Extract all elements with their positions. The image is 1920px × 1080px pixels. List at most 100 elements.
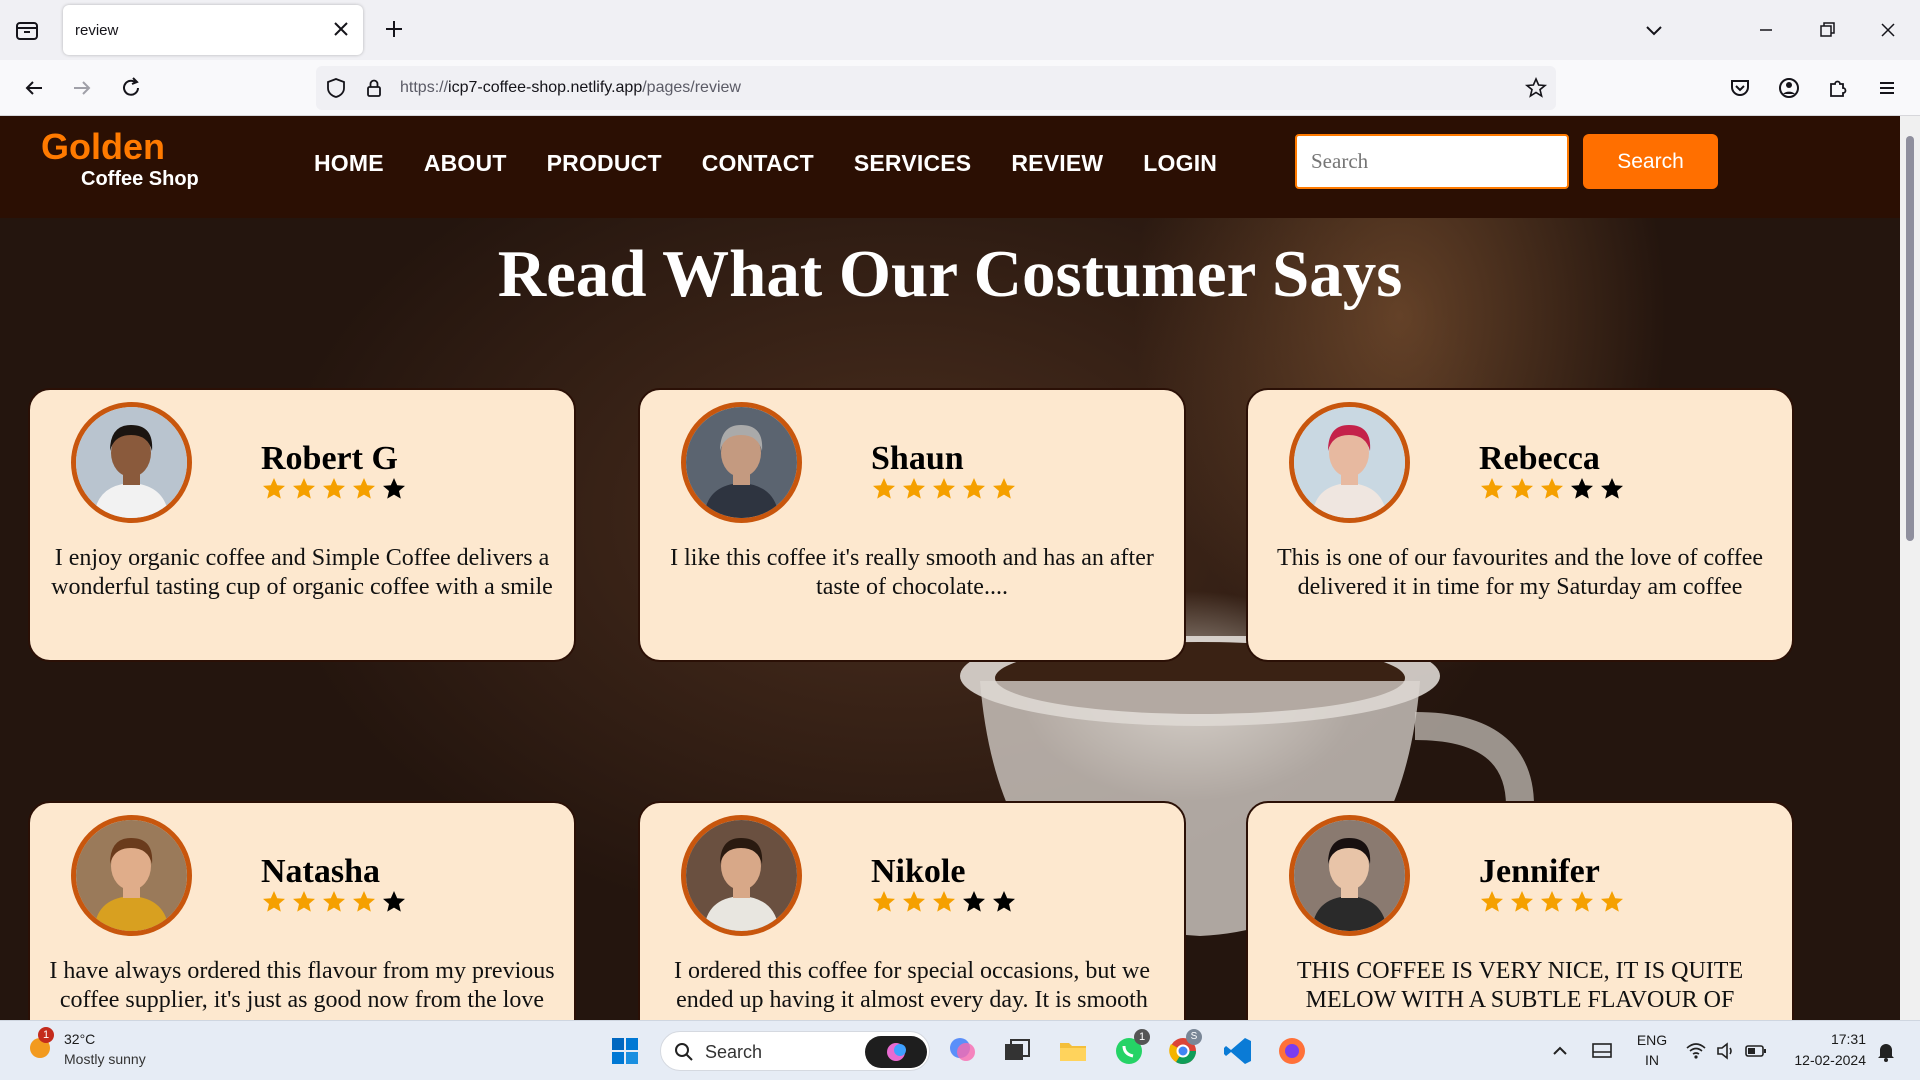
display-icon[interactable] bbox=[1590, 1039, 1614, 1063]
clock-time[interactable]: 17:31 bbox=[1786, 1031, 1866, 1047]
taskbar: 1 32°C Mostly sunny Search 1 S ENG IN 17… bbox=[0, 1020, 1920, 1080]
review-text: This is one of our favourites and the lo… bbox=[1276, 545, 1764, 600]
site-header: Golden Coffee Shop HOME ABOUT PRODUCT CO… bbox=[0, 116, 1900, 218]
star-filled-icon bbox=[323, 478, 345, 499]
menu-hamburger-icon[interactable] bbox=[1873, 74, 1901, 102]
weather-temp[interactable]: 32°C bbox=[64, 1031, 95, 1047]
star-empty-icon bbox=[383, 478, 405, 499]
url-host: icp7-coffee-shop.netlify.app bbox=[448, 79, 643, 96]
copilot-app-icon[interactable] bbox=[946, 1034, 980, 1068]
avatar bbox=[681, 402, 802, 523]
search-input[interactable] bbox=[1295, 134, 1569, 189]
star-empty-icon bbox=[1571, 478, 1593, 499]
extensions-icon[interactable] bbox=[1824, 74, 1852, 102]
tab-list-icon[interactable] bbox=[14, 17, 40, 43]
review-text: I ordered this coffee for special occasi… bbox=[673, 958, 1151, 1013]
windows-start-icon[interactable] bbox=[608, 1034, 642, 1068]
bookmark-star-icon[interactable] bbox=[1524, 76, 1548, 100]
star-filled-icon bbox=[263, 478, 285, 499]
browser-tab-bar: review bbox=[0, 0, 1920, 60]
star-rating bbox=[871, 889, 1017, 915]
forward-icon[interactable] bbox=[68, 74, 96, 102]
taskbar-search-label: Search bbox=[705, 1042, 763, 1062]
star-empty-icon bbox=[383, 891, 405, 912]
nav-home[interactable]: HOME bbox=[314, 150, 384, 177]
star-filled-icon bbox=[353, 478, 375, 499]
star-filled-icon bbox=[293, 891, 315, 912]
star-filled-icon bbox=[1481, 891, 1503, 912]
avatar bbox=[71, 402, 192, 523]
address-bar[interactable]: https://icp7-coffee-shop.netlify.app/pag… bbox=[316, 66, 1556, 110]
review-text: THIS COFFEE IS VERY NICE, IT IS QUITE ME… bbox=[1296, 958, 1744, 1013]
reload-icon[interactable] bbox=[117, 74, 145, 102]
star-rating bbox=[261, 476, 407, 502]
taskbar-search[interactable]: Search bbox=[660, 1031, 930, 1071]
scrollbar-thumb[interactable] bbox=[1906, 136, 1914, 541]
avatar bbox=[71, 815, 192, 936]
review-text: I enjoy organic coffee and Simple Coffee… bbox=[51, 545, 553, 600]
wifi-icon[interactable] bbox=[1684, 1039, 1708, 1063]
task-view-icon[interactable] bbox=[1000, 1034, 1034, 1068]
page-title: Read What Our Costumer Says bbox=[497, 237, 1403, 311]
customer-name: Shaun bbox=[871, 440, 964, 477]
nav-about[interactable]: ABOUT bbox=[424, 150, 507, 177]
shield-icon[interactable] bbox=[324, 76, 348, 100]
battery-icon[interactable] bbox=[1744, 1039, 1768, 1063]
pocket-icon[interactable] bbox=[1726, 74, 1754, 102]
nav-review[interactable]: REVIEW bbox=[1011, 150, 1103, 177]
star-filled-icon bbox=[1601, 891, 1623, 912]
nav-services[interactable]: SERVICES bbox=[854, 150, 972, 177]
notification-bell-icon[interactable] bbox=[1875, 1040, 1897, 1062]
volume-icon[interactable] bbox=[1714, 1039, 1738, 1063]
customer-name: Nikole bbox=[871, 853, 966, 890]
vscode-icon[interactable] bbox=[1221, 1034, 1255, 1068]
star-filled-icon bbox=[353, 891, 375, 912]
star-filled-icon bbox=[323, 891, 345, 912]
url-path: /pages/review bbox=[642, 79, 741, 96]
star-filled-icon bbox=[963, 478, 985, 499]
review-text: I like this coffee it's really smooth an… bbox=[670, 545, 1154, 600]
nav-login[interactable]: LOGIN bbox=[1143, 150, 1217, 177]
tab-overflow-chevron-icon[interactable] bbox=[1640, 16, 1668, 44]
clock-date[interactable]: 12-02-2024 bbox=[1776, 1052, 1866, 1068]
review-card: Robert G I enjoy organic coffee and Simpl… bbox=[28, 388, 576, 662]
page-viewport: Golden Coffee Shop HOME ABOUT PRODUCT CO… bbox=[0, 116, 1900, 1020]
firefox-icon[interactable] bbox=[1275, 1034, 1309, 1068]
close-window-icon[interactable] bbox=[1874, 16, 1902, 44]
file-explorer-icon[interactable] bbox=[1056, 1034, 1090, 1068]
language-bottom[interactable]: IN bbox=[1632, 1052, 1672, 1068]
star-rating bbox=[261, 889, 407, 915]
close-tab-icon[interactable] bbox=[331, 19, 351, 39]
logo-title[interactable]: Golden bbox=[41, 126, 165, 168]
review-card: Rebecca This is one of our favourites and… bbox=[1246, 388, 1794, 662]
star-empty-icon bbox=[963, 891, 985, 912]
customer-name: Robert G bbox=[261, 440, 398, 477]
page-scrollbar[interactable] bbox=[1900, 116, 1920, 1020]
chevron-up-icon[interactable] bbox=[1548, 1039, 1572, 1063]
customer-photo bbox=[76, 820, 187, 931]
whatsapp-badge: 1 bbox=[1134, 1029, 1150, 1045]
nav-contact[interactable]: CONTACT bbox=[702, 150, 814, 177]
chrome-profile-badge: S bbox=[1186, 1029, 1202, 1045]
star-filled-icon bbox=[903, 891, 925, 912]
customer-photo bbox=[686, 407, 797, 518]
back-icon[interactable] bbox=[20, 74, 48, 102]
language-top[interactable]: ENG bbox=[1632, 1032, 1672, 1048]
customer-name: Natasha bbox=[261, 853, 381, 890]
star-filled-icon bbox=[1571, 891, 1593, 912]
copilot-icon[interactable] bbox=[865, 1036, 927, 1068]
lock-icon[interactable] bbox=[362, 76, 386, 100]
search-button[interactable]: Search bbox=[1583, 134, 1718, 189]
review-card: Shaun I like this coffee it's really smoo… bbox=[638, 388, 1186, 662]
nav-product[interactable]: PRODUCT bbox=[547, 150, 662, 177]
review-text: I have always ordered this flavour from … bbox=[49, 958, 555, 1013]
search-icon bbox=[675, 1043, 693, 1061]
account-icon[interactable] bbox=[1775, 74, 1803, 102]
star-filled-icon bbox=[1481, 478, 1503, 499]
review-card: Nikole I ordered this coffee for special … bbox=[638, 801, 1186, 1020]
weather-condition[interactable]: Mostly sunny bbox=[64, 1051, 146, 1067]
minimize-icon[interactable] bbox=[1752, 16, 1780, 44]
new-tab-icon[interactable] bbox=[382, 17, 406, 41]
restore-icon[interactable] bbox=[1813, 16, 1841, 44]
browser-tab[interactable]: review bbox=[63, 5, 363, 55]
